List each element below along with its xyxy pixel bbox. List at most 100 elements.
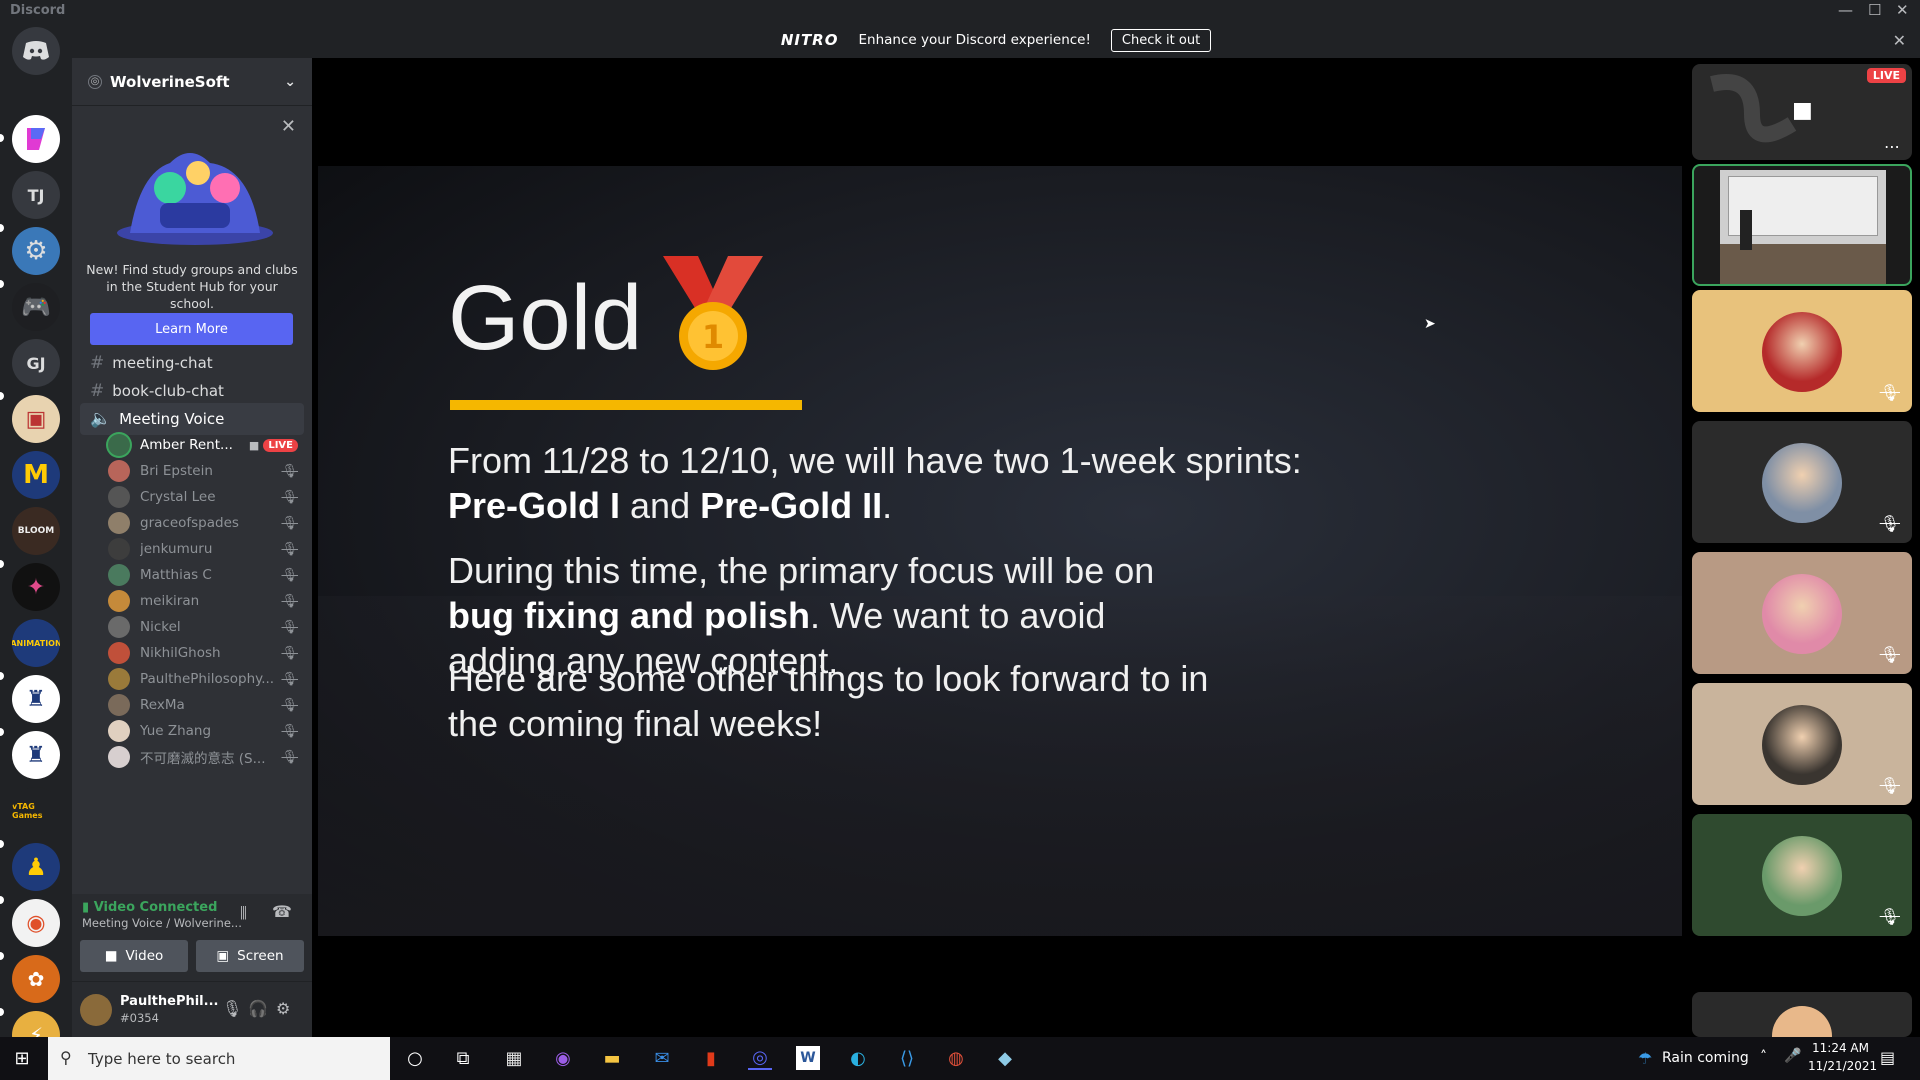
server-icon-gj[interactable]: GJ [12, 339, 60, 387]
server-icon-colorful[interactable]: ✦ [12, 563, 60, 611]
avatar [108, 746, 130, 768]
voice-user[interactable]: Amber Rent... ■ LIVE [108, 432, 298, 458]
avatar [108, 720, 130, 742]
app-name: Discord [10, 3, 66, 18]
disconnect-icon[interactable]: ☎ [272, 902, 292, 921]
voice-user[interactable]: Crystal Lee 🎙 [108, 484, 298, 510]
voice-user[interactable]: Matthias C 🎙 [108, 562, 298, 588]
voice-user[interactable]: jenkumuru 🎙 [108, 536, 298, 562]
hash-icon: # [90, 381, 105, 401]
server-icon-tj[interactable]: TJ [12, 171, 60, 219]
server-icon-animation[interactable]: ANIMATION [12, 619, 60, 667]
voice-user[interactable]: RexMa 🎙 [108, 692, 298, 718]
settings-gear-icon[interactable]: ⚙ [276, 999, 290, 1018]
voice-status: ▮ Video Connected [82, 900, 218, 915]
voice-user-name: Yue Zhang [140, 723, 212, 739]
weather-text[interactable]: Rain coming [1662, 1050, 1749, 1066]
headphones-icon[interactable]: 🎧 [248, 999, 268, 1018]
presentation-slide: Gold 1 From 11/28 to 12/10, we will have… [318, 166, 1688, 936]
chrome-icon[interactable]: ◍ [944, 1046, 968, 1070]
notifications-icon[interactable]: ▤ [1880, 1048, 1895, 1067]
svg-text:1: 1 [702, 318, 724, 356]
server-icon-m[interactable]: M [12, 451, 60, 499]
video-tile[interactable]: 🎙 [1692, 290, 1912, 412]
close-promo-icon[interactable]: ✕ [281, 116, 296, 137]
avatar[interactable] [80, 994, 112, 1026]
mute-mic-icon[interactable]: 🎙 [222, 999, 242, 1018]
edge-icon[interactable]: ◐ [846, 1046, 870, 1070]
minimize-icon[interactable]: — [1838, 1, 1853, 19]
user-tag: #0354 [120, 1011, 159, 1025]
server-icon-controller[interactable]: 🎮 [12, 283, 60, 331]
close-window-icon[interactable]: ✕ [1896, 1, 1909, 19]
stream-stage[interactable]: Gold 1 From 11/28 to 12/10, we will have… [312, 58, 1688, 1037]
gold-medal-icon: 1 [663, 256, 763, 370]
vscode-icon[interactable]: ⟨⟩ [895, 1046, 919, 1070]
avatar [108, 538, 130, 560]
voice-user[interactable]: Nickel 🎙 [108, 614, 298, 640]
clock-time[interactable]: 11:24 AM [1812, 1041, 1869, 1055]
muted-mic-icon: 🎙 [281, 697, 298, 713]
video-tile[interactable]: 🎙 [1692, 814, 1912, 936]
microphone-icon[interactable]: 🎤 [1784, 1048, 1801, 1064]
student-hub-promo: ✕ New! Find study groups and clubs in th… [72, 58, 312, 358]
cortana-icon[interactable]: ○ [403, 1046, 427, 1070]
windows-start-icon[interactable]: ⊞ [10, 1046, 34, 1070]
server-icon-wolverine-1[interactable]: ♜ [12, 675, 60, 723]
voice-user[interactable]: graceofspades 🎙 [108, 510, 298, 536]
server-icon-books[interactable]: ▣ [12, 395, 60, 443]
avatar [1762, 443, 1842, 523]
server-icon-fire[interactable]: ◉ [12, 899, 60, 947]
nitro-check-button[interactable]: Check it out [1110, 28, 1212, 52]
muted-mic-icon: 🎙 [281, 567, 298, 583]
file-explorer-icon[interactable]: ▬ [600, 1046, 624, 1070]
voice-user-name: Matthias C [140, 567, 212, 583]
server-icon-robot[interactable]: ⚙ [12, 227, 60, 275]
avatar [108, 564, 130, 586]
stream-preview-tile[interactable]: ■ LIVE ⋯ [1692, 64, 1912, 160]
noise-suppression-icon[interactable]: ⫼ [240, 904, 247, 922]
channel-meeting-voice[interactable]: 🔈 Meeting Voice [80, 403, 304, 435]
avatar [108, 616, 130, 638]
voice-user[interactable]: Bri Epstein 🎙 [108, 458, 298, 484]
store-icon[interactable]: ▦ [502, 1046, 526, 1070]
maximize-icon[interactable]: ☐ [1868, 1, 1881, 19]
video-tile-partial[interactable] [1692, 992, 1912, 1037]
chevron-up-icon[interactable]: ˄ [1760, 1049, 1767, 1065]
video-tile[interactable]: 🎙 [1692, 421, 1912, 543]
close-banner-icon[interactable]: ✕ [1893, 31, 1906, 50]
voice-user[interactable]: Yue Zhang 🎙 [108, 718, 298, 744]
task-view-icon[interactable]: ⧉ [451, 1046, 475, 1070]
office-icon[interactable]: ▮ [699, 1046, 723, 1070]
screen-button[interactable]: ▣ Screen [196, 940, 304, 972]
voice-user[interactable]: PaulthePhilosophy... 🎙 [108, 666, 298, 692]
voice-user[interactable]: meikiran 🎙 [108, 588, 298, 614]
discord-home-icon[interactable] [12, 27, 60, 75]
server-icon-1[interactable] [12, 115, 60, 163]
mail-icon[interactable]: ✉ [650, 1046, 674, 1070]
app-icon[interactable]: ◆ [993, 1046, 1017, 1070]
video-tile-speaker[interactable] [1692, 164, 1912, 286]
more-options-icon[interactable]: ⋯ [1884, 137, 1900, 156]
voice-user-name: 不可磨滅的意志 (S... [140, 751, 266, 767]
server-icon-figure[interactable]: ♟ [12, 843, 60, 891]
server-icon-tag-games[interactable]: vTAG Games [12, 787, 60, 835]
server-icon-wolverine-2[interactable]: ♜ [12, 731, 60, 779]
voice-user[interactable]: NikhilGhosh 🎙 [108, 640, 298, 666]
discord-taskbar-icon[interactable]: ◎ [748, 1046, 772, 1070]
channel-sidebar: ◎ WolverineSoft ⌄ ✕ New! Find study grou… [72, 58, 312, 1037]
server-icon-bloom[interactable]: BLOOM [12, 507, 60, 555]
taskbar-search-input[interactable]: ⚲ Type here to search [48, 1037, 390, 1080]
learn-more-button[interactable]: Learn More [90, 313, 293, 345]
clock-date[interactable]: 11/21/2021 [1808, 1059, 1877, 1073]
live-badge: LIVE [263, 438, 298, 452]
word-icon[interactable]: W [796, 1046, 820, 1070]
muted-mic-icon: 🎙 [1879, 645, 1900, 664]
video-tile[interactable]: 🎙 [1692, 683, 1912, 805]
voice-user[interactable]: 不可磨滅的意志 (S... 🎙 [108, 744, 298, 770]
title-bar: Discord — ☐ ✕ [0, 0, 1920, 22]
video-tile[interactable]: 🎙 [1692, 552, 1912, 674]
video-button[interactable]: ■ Video [80, 940, 188, 972]
server-icon-orange[interactable]: ✿ [12, 955, 60, 1003]
podcast-icon[interactable]: ◉ [551, 1046, 575, 1070]
